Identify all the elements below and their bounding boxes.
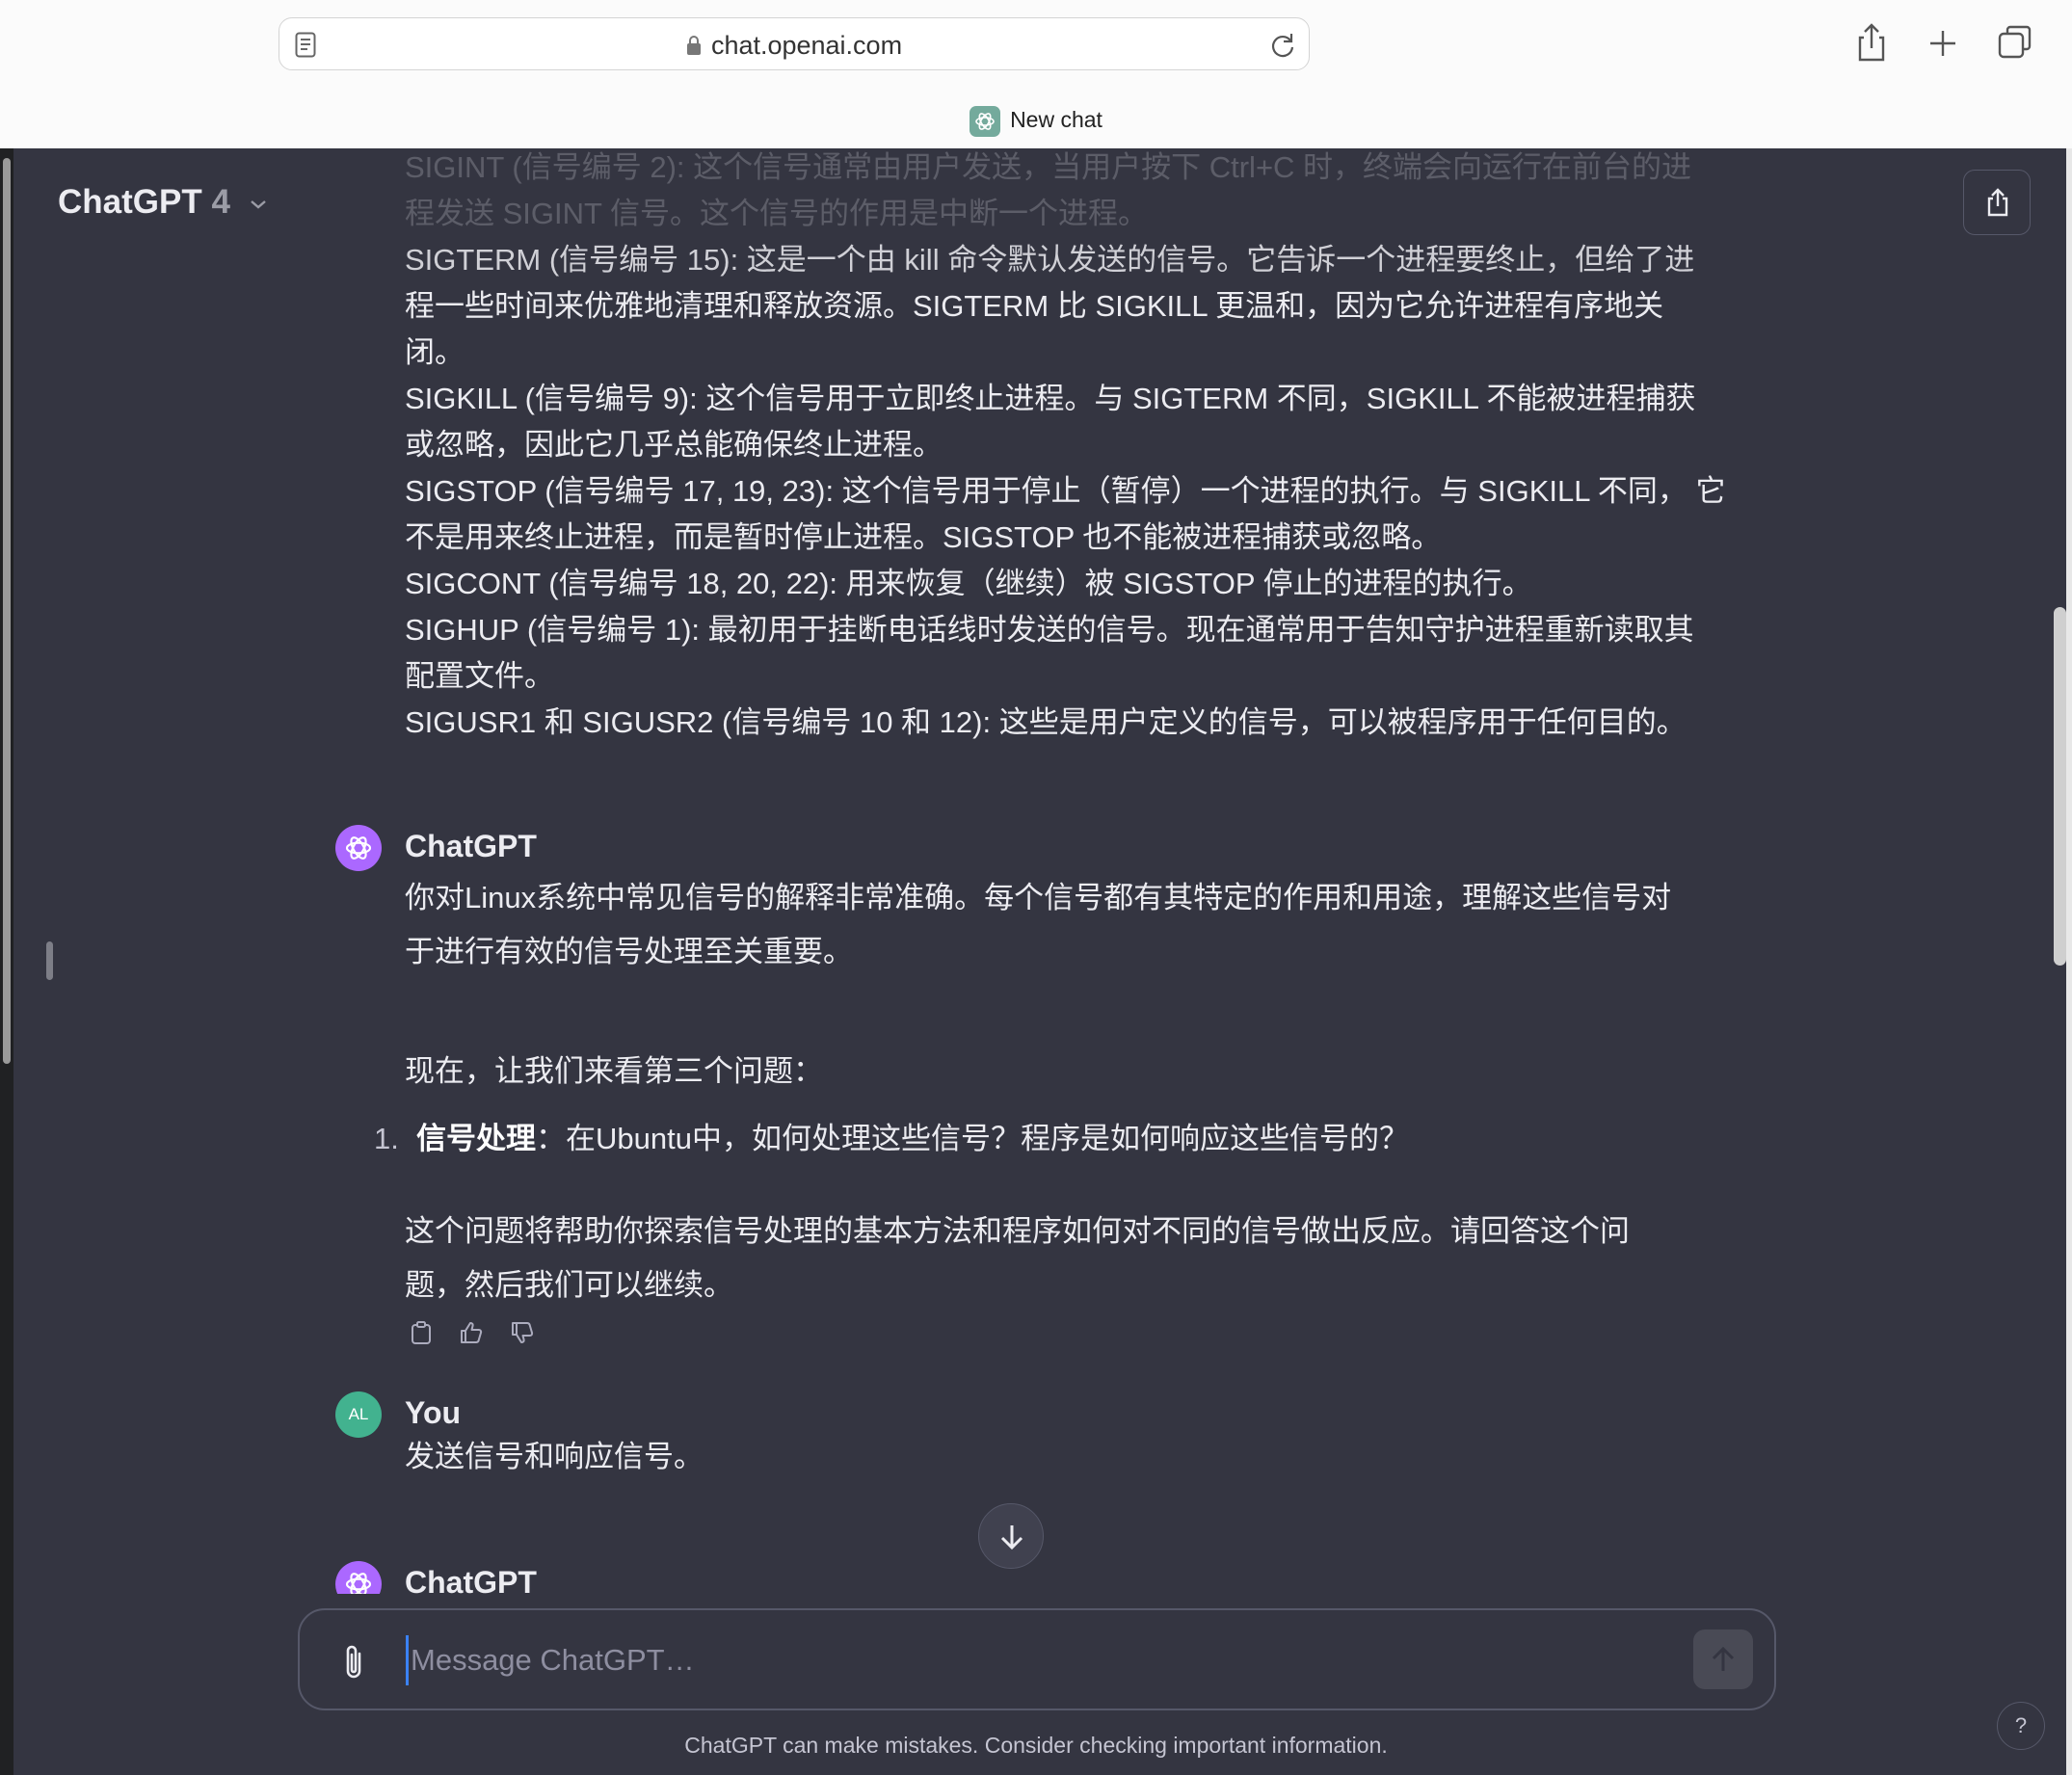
message-line: 配置文件。 [405, 659, 554, 693]
message-line: SIGUSR1 和 SIGUSR2 (信号编号 10 和 12): 这些是用户定… [405, 705, 1687, 739]
conversation-thread: SIGINT (信号编号 2): 这个信号通常由用户发送，当用户按下 Ctrl+… [0, 148, 2072, 1594]
message-line: SIGINT (信号编号 2): 这个信号通常由用户发送，当用户按下 Ctrl+… [405, 150, 1692, 184]
message-actions [405, 1316, 552, 1349]
assistant-paragraph: 你对Linux系统中常见信号的解释非常准确。每个信号都有其特定的作用和用途，理解… [405, 871, 1744, 979]
share-icon [1987, 188, 2008, 217]
lock-icon [686, 36, 701, 55]
list-number: 1. [374, 1122, 399, 1155]
tab-overview-icon[interactable] [1996, 21, 2034, 64]
assistant-paragraph: 这个问题将帮助你探索信号处理的基本方法和程序如何对不同的信号做出反应。请回答这个… [405, 1205, 1744, 1312]
openai-logo-icon [345, 836, 372, 860]
previous-user-message: SIGINT (信号编号 2): 这个信号通常由用户发送，当用户按下 Ctrl+… [405, 148, 1744, 746]
message-line: SIGHUP (信号编号 1): 最初用于挂断电话线时发送的信号。现在通常用于告… [405, 613, 1694, 647]
message-line: 题，然后我们可以继续。 [405, 1268, 733, 1302]
thumbs-down-icon[interactable] [506, 1316, 539, 1349]
copy-icon[interactable] [405, 1316, 438, 1349]
message-line: SIGTERM (信号编号 15): 这是一个由 kill 命令默认发送的信号。… [405, 243, 1695, 277]
scroll-to-bottom-button[interactable] [978, 1503, 1044, 1569]
arrow-up-icon [1712, 1646, 1735, 1671]
url-text-wrapper[interactable]: chat.openai.com [279, 31, 1309, 61]
chatgpt-avatar [335, 1561, 382, 1594]
browser-chrome: chat.openai.com New chat [0, 0, 2072, 148]
user-message-text: 发送信号和响应信号。 [405, 1440, 704, 1473]
message-line: 这个问题将帮助你探索信号处理的基本方法和程序如何对不同的信号做出反应。请回答这个… [405, 1214, 1630, 1248]
share-page-icon[interactable] [1852, 21, 1891, 64]
message-line: 程发送 SIGINT 信号。这个信号的作用是中断一个进程。 [405, 197, 1149, 230]
address-bar[interactable]: chat.openai.com [279, 17, 1310, 70]
message-input[interactable] [406, 1635, 1678, 1685]
help-button[interactable]: ? [1997, 1702, 2045, 1750]
message-line: 闭。 [405, 335, 465, 369]
assistant-name: ChatGPT [405, 829, 537, 863]
tab-title: New chat [1010, 107, 1102, 133]
model-selector[interactable]: ChatGPT 4 [58, 183, 267, 222]
right-window-edge [2066, 148, 2072, 1775]
new-tab-icon[interactable] [1924, 21, 1962, 64]
reload-icon[interactable] [1268, 31, 1297, 60]
message-line: SIGKILL (信号编号 9): 这个信号用于立即终止进程。与 SIGTERM… [405, 382, 1696, 415]
message-line: 你对Linux系统中常见信号的解释非常准确。每个信号都有其特定的作用和用途，理解… [405, 881, 1672, 914]
list-item: 信号处理：在Ubuntu中，如何处理这些信号？程序是如何响应这些信号的？ [416, 1112, 1756, 1166]
message-line: 现在，让我们来看第三个问题： [405, 1054, 823, 1088]
chevron-down-icon [250, 199, 266, 209]
chat-scrollbar-thumb[interactable] [2054, 607, 2066, 966]
message-line: 于进行有效的信号处理至关重要。 [405, 935, 853, 968]
assistant-name: ChatGPT [405, 1565, 537, 1594]
list-item-text: ：在Ubuntu中，如何处理这些信号？程序是如何响应这些信号的？ [536, 1122, 1409, 1155]
paperclip-icon[interactable] [340, 1642, 369, 1682]
model-name: ChatGPT [58, 183, 202, 221]
url-text: chat.openai.com [710, 31, 903, 60]
user-avatar: AL [335, 1391, 382, 1438]
message-line: SIGSTOP (信号编号 17, 19, 23): 这个信号用于停止（暂停）一… [405, 474, 1726, 508]
message-line: 不是用来终止进程，而是暂时停止进程。SIGSTOP 也不能被进程捕获或忽略。 [405, 520, 1442, 554]
user-name: You [405, 1395, 462, 1430]
openai-logo-icon [345, 1573, 372, 1594]
model-version: 4 [211, 183, 230, 221]
tab-new-chat[interactable]: New chat [0, 106, 2072, 137]
disclaimer-text: ChatGPT can make mistakes. Consider chec… [684, 1733, 1388, 1758]
message-line: SIGCONT (信号编号 18, 20, 22): 用来恢复（继续）被 SIG… [405, 567, 1532, 600]
message-composer [298, 1608, 1776, 1710]
chat-app: SIGINT (信号编号 2): 这个信号通常由用户发送，当用户按下 Ctrl+… [0, 148, 2072, 1775]
message-line: 或忽略，因此它几乎总能确保终止进程。 [405, 428, 943, 462]
chatgpt-avatar [335, 825, 382, 871]
share-button[interactable] [1963, 170, 2031, 235]
list-item-bold: 信号处理 [416, 1122, 536, 1155]
send-button[interactable] [1693, 1629, 1753, 1689]
openai-favicon-icon [970, 106, 1001, 137]
arrow-down-icon [1000, 1525, 1023, 1550]
message-line: 程一些时间来优雅地清理和释放资源。SIGTERM 比 SIGKILL 更温和，因… [405, 289, 1664, 323]
thumbs-up-icon[interactable] [455, 1316, 488, 1349]
